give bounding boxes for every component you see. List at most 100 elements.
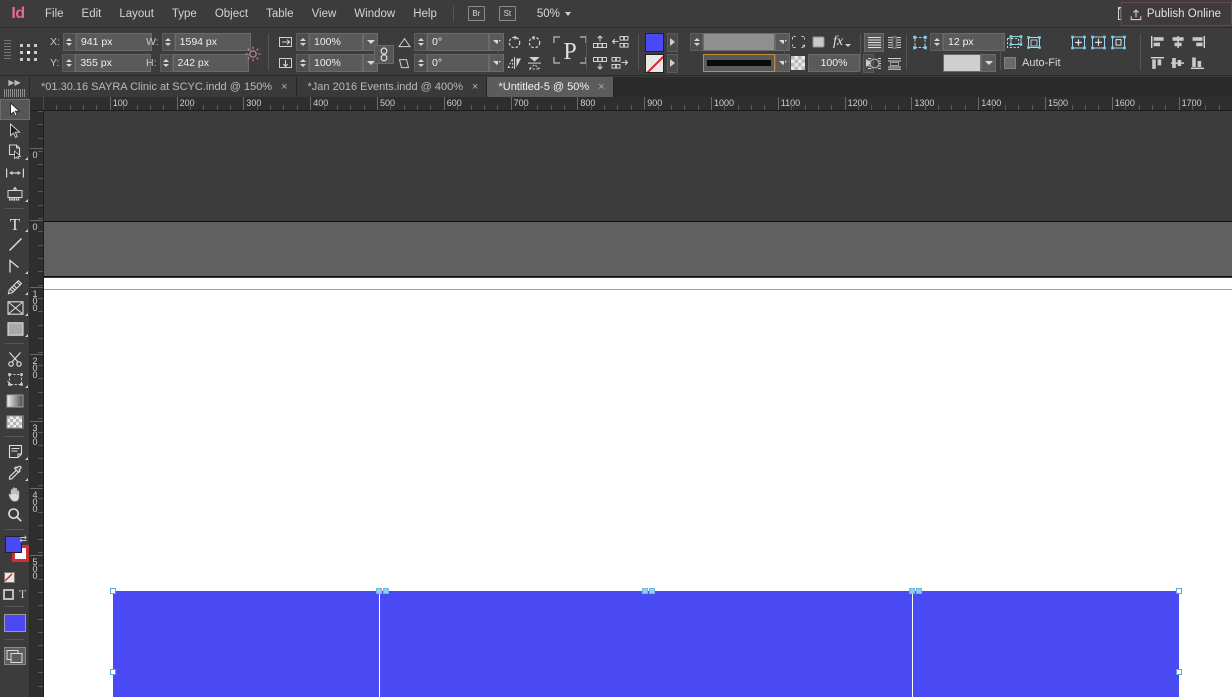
scissors-tool[interactable] bbox=[0, 348, 30, 369]
selection-handle-tr[interactable] bbox=[1176, 588, 1182, 594]
selection-handle-t4[interactable] bbox=[649, 588, 655, 594]
gradient-feather-tool[interactable] bbox=[0, 411, 30, 432]
gradient-swatch-tool[interactable] bbox=[0, 390, 30, 411]
send-backward-button[interactable] bbox=[610, 54, 630, 73]
rectangle-4[interactable] bbox=[913, 591, 1179, 697]
flip-reference-button[interactable] bbox=[244, 44, 262, 64]
shear-stepper[interactable] bbox=[414, 54, 427, 72]
close-icon[interactable]: × bbox=[598, 81, 604, 93]
content-collector-tool[interactable] bbox=[0, 183, 30, 204]
stroke-weight-stepper[interactable] bbox=[690, 33, 703, 51]
h-field[interactable]: 242 px bbox=[172, 54, 249, 72]
document-page[interactable] bbox=[44, 278, 1232, 697]
w-field[interactable]: 1594 px bbox=[174, 33, 251, 51]
w-stepper[interactable] bbox=[161, 33, 175, 51]
gap-tool[interactable] bbox=[0, 162, 30, 183]
rotation-dropdown[interactable] bbox=[489, 33, 504, 51]
rotate-counterclockwise-button[interactable] bbox=[504, 33, 524, 52]
scale-x-control[interactable]: 100% bbox=[276, 32, 378, 52]
menu-object[interactable]: Object bbox=[206, 0, 257, 28]
align-vertical-centers-button[interactable] bbox=[1168, 54, 1188, 73]
width-control[interactable]: W: 1594 px bbox=[146, 32, 251, 52]
shear-control[interactable]: 0° bbox=[394, 53, 504, 73]
toolbox-collapse-button[interactable]: ▶▶ bbox=[0, 77, 29, 87]
horizontal-ruler[interactable]: 100 200 300 400 500 600 700 800 900 1000 1100 1200 1… bbox=[30, 97, 1232, 111]
send-to-back-button[interactable] bbox=[590, 54, 610, 73]
document-tab-2[interactable]: *Jan 2016 Events.indd @ 400% × bbox=[296, 77, 488, 97]
stroke-weight-field[interactable] bbox=[703, 33, 775, 51]
toolbox-gripper[interactable] bbox=[0, 87, 29, 99]
selection-handle-ml[interactable] bbox=[110, 669, 116, 675]
wrap-jump-object-button[interactable] bbox=[884, 54, 904, 73]
zoom-level-selector[interactable]: 50% bbox=[537, 8, 571, 20]
free-transform-tool[interactable] bbox=[0, 369, 30, 390]
stroke-color-swatch[interactable] bbox=[645, 53, 664, 73]
rotation-stepper[interactable] bbox=[414, 33, 427, 51]
menu-window[interactable]: Window bbox=[345, 0, 404, 28]
selection-handle-tl[interactable] bbox=[110, 588, 116, 594]
wrap-object-shape-button[interactable] bbox=[864, 54, 884, 73]
vertical-ruler[interactable]: 0 0 100 200 300 400 500 bbox=[30, 111, 44, 697]
scale-y-stepper[interactable] bbox=[296, 54, 309, 72]
corner-options-button[interactable] bbox=[788, 33, 808, 52]
selection-handle-t6[interactable] bbox=[916, 588, 922, 594]
menu-help[interactable]: Help bbox=[404, 0, 446, 28]
flip-horizontal-button[interactable] bbox=[504, 54, 524, 73]
eyedropper-tool[interactable] bbox=[0, 462, 30, 483]
document-tab-3[interactable]: *Untitled-5 @ 50% × bbox=[487, 77, 614, 97]
scale-y-field[interactable]: 100% bbox=[309, 54, 363, 72]
formatting-affects-container-icon[interactable] bbox=[2, 588, 14, 600]
close-icon[interactable]: × bbox=[472, 81, 478, 93]
x-position-control[interactable]: X: 941 px bbox=[50, 32, 152, 52]
wrap-none-button[interactable] bbox=[864, 32, 884, 52]
swap-fill-stroke-icon[interactable]: ⇄ bbox=[19, 534, 27, 545]
y-stepper[interactable] bbox=[62, 54, 76, 72]
zoom-tool[interactable] bbox=[0, 504, 30, 525]
y-field[interactable]: 355 px bbox=[75, 54, 152, 72]
hand-tool[interactable] bbox=[0, 483, 30, 504]
fit-frame-to-content-button[interactable] bbox=[1024, 33, 1044, 52]
selection-handle-t2[interactable] bbox=[383, 588, 389, 594]
rectangle-frame-tool[interactable] bbox=[0, 297, 30, 318]
formatting-affects-text-icon[interactable]: T bbox=[19, 587, 26, 602]
wrap-bounding-box-button[interactable] bbox=[884, 33, 904, 52]
h-stepper[interactable] bbox=[159, 54, 173, 72]
corner-shape-preview[interactable] bbox=[943, 54, 981, 72]
rotate-clockwise-button[interactable] bbox=[524, 33, 544, 52]
y-position-control[interactable]: Y: 355 px bbox=[50, 53, 152, 73]
control-panel-gripper[interactable] bbox=[4, 39, 11, 59]
page-tool[interactable] bbox=[0, 141, 30, 162]
bridge-icon[interactable]: Br bbox=[467, 6, 485, 21]
type-tool[interactable]: T bbox=[0, 213, 30, 234]
rotation-control[interactable]: 0° bbox=[394, 32, 504, 52]
rectangle-2[interactable] bbox=[380, 591, 646, 697]
document-canvas[interactable] bbox=[44, 111, 1232, 697]
fill-frame-proportionally-button[interactable] bbox=[1068, 33, 1088, 52]
align-right-edges-button[interactable] bbox=[1188, 33, 1208, 52]
menu-type[interactable]: Type bbox=[163, 0, 206, 28]
scale-x-field[interactable]: 100% bbox=[309, 33, 363, 51]
direct-selection-tool[interactable] bbox=[0, 120, 30, 141]
selection-tool[interactable] bbox=[0, 99, 30, 120]
publish-online-button[interactable]: Publish Online bbox=[1120, 2, 1232, 26]
stroke-swatch-menu-button[interactable] bbox=[667, 53, 678, 73]
align-horizontal-centers-button[interactable] bbox=[1168, 33, 1188, 52]
align-left-edges-button[interactable] bbox=[1148, 33, 1168, 52]
shear-dropdown[interactable] bbox=[489, 54, 504, 72]
constrain-proportions-button[interactable] bbox=[374, 44, 394, 64]
rectangle-3[interactable] bbox=[646, 591, 912, 697]
align-top-edges-button[interactable] bbox=[1148, 54, 1168, 73]
bring-to-front-button[interactable] bbox=[590, 33, 610, 52]
corner-radius-field[interactable]: 12 px bbox=[943, 33, 1005, 51]
center-content-button[interactable] bbox=[1108, 33, 1128, 52]
x-stepper[interactable] bbox=[62, 33, 76, 51]
selection-handle-mr[interactable] bbox=[1176, 669, 1182, 675]
opacity-field[interactable]: 100% bbox=[808, 54, 860, 72]
auto-fit-checkbox[interactable] bbox=[1004, 57, 1016, 69]
reference-point-selector[interactable] bbox=[20, 42, 37, 62]
rotation-field[interactable]: 0° bbox=[427, 33, 489, 51]
corner-shape-button[interactable] bbox=[808, 33, 828, 52]
stroke-style-control[interactable] bbox=[690, 53, 790, 73]
fit-content-to-frame-button[interactable] bbox=[1088, 33, 1108, 52]
stroke-weight-control[interactable] bbox=[690, 32, 790, 52]
